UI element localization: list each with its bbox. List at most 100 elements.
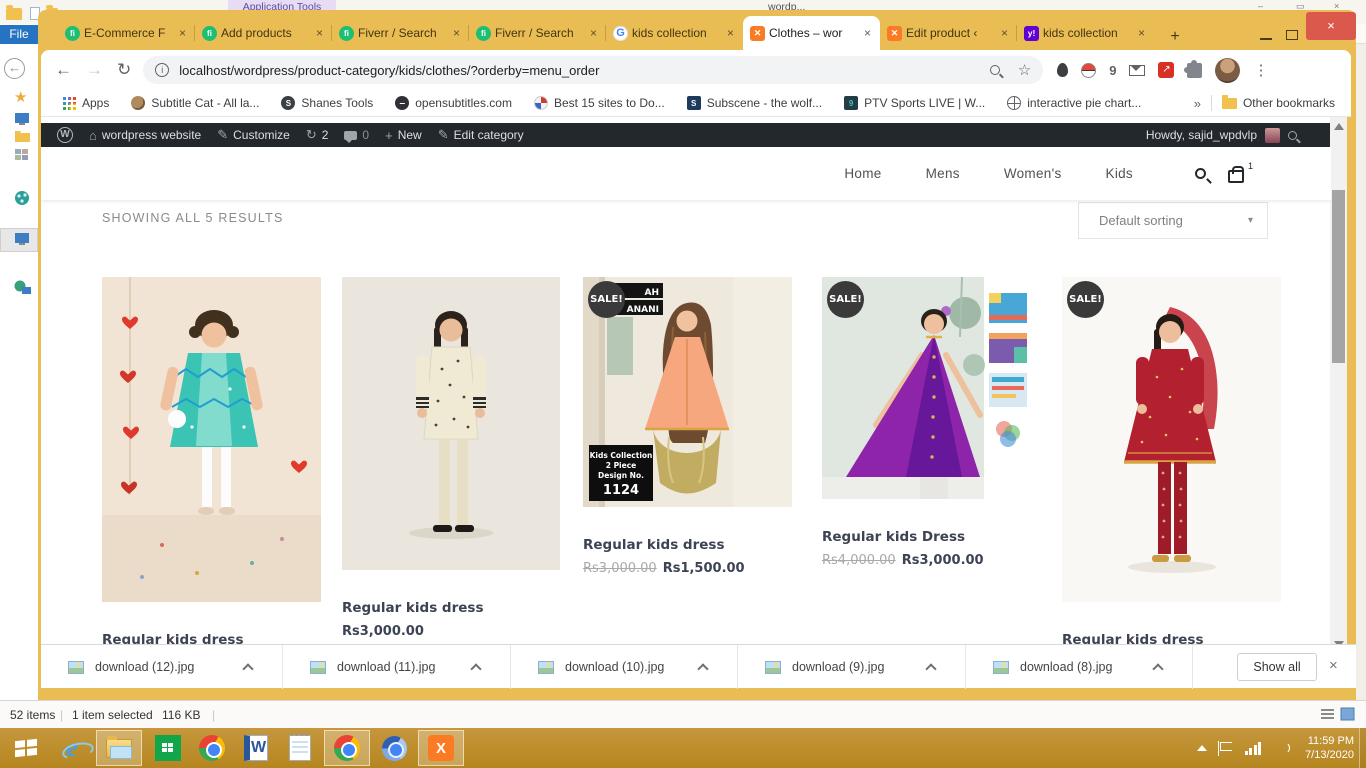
show-hidden-icons[interactable] bbox=[1197, 745, 1207, 751]
start-button[interactable] bbox=[8, 730, 44, 766]
product-title[interactable]: Regular kids dress bbox=[342, 600, 561, 616]
url-text[interactable]: localhost/wordpress/product-category/kid… bbox=[179, 63, 990, 78]
volume-icon[interactable] bbox=[1274, 742, 1290, 754]
chevron-up-icon[interactable] bbox=[925, 663, 936, 674]
wp-updates[interactable]: ↻2 bbox=[306, 127, 329, 143]
taskbar-chrome-active[interactable] bbox=[324, 730, 370, 766]
product-image[interactable] bbox=[342, 277, 561, 570]
product-card[interactable]: Regular kids dress Rs3,000.00 bbox=[342, 277, 561, 639]
bookmark-star-icon[interactable]: ☆ bbox=[1018, 61, 1031, 79]
browser-tab[interactable]: E-Commerce F× bbox=[58, 16, 195, 50]
product-card[interactable]: SALE! Regular kids Dress Rs4,000.00Rs3,0… bbox=[822, 277, 1032, 568]
download-item[interactable]: download (10).jpg bbox=[511, 645, 738, 689]
cart-icon[interactable] bbox=[1228, 170, 1244, 183]
bookmarks-overflow-icon[interactable]: » bbox=[1194, 96, 1201, 111]
taskbar-notepad[interactable] bbox=[280, 730, 320, 766]
apps-shortcut[interactable]: Apps bbox=[63, 96, 109, 110]
this-pc-icon[interactable] bbox=[14, 232, 32, 247]
bookmark-item[interactable]: opensubtitles.com bbox=[395, 96, 512, 110]
bookmark-item[interactable]: Subscene - the wolf... bbox=[687, 96, 822, 110]
tab-close-icon[interactable]: × bbox=[588, 26, 599, 40]
chevron-up-icon[interactable] bbox=[1152, 663, 1163, 674]
scroll-up-icon[interactable] bbox=[1334, 123, 1344, 130]
bookmark-item[interactable]: interactive pie chart... bbox=[1007, 96, 1141, 110]
nav-home[interactable]: Home bbox=[844, 166, 881, 181]
browser-tab[interactable]: kids collection× bbox=[1017, 16, 1154, 50]
product-image[interactable]: SALE! bbox=[1062, 277, 1281, 602]
tab-close-icon[interactable]: × bbox=[177, 26, 188, 40]
new-tab-button[interactable]: + bbox=[1162, 24, 1188, 50]
folder-icon[interactable] bbox=[14, 130, 32, 143]
bookmark-item[interactable]: Shanes Tools bbox=[281, 96, 373, 110]
tab-close-icon[interactable]: × bbox=[451, 26, 462, 40]
network-icon[interactable] bbox=[14, 190, 31, 206]
reload-icon[interactable]: ↻ bbox=[117, 60, 131, 80]
taskbar-internet-explorer[interactable]: e bbox=[52, 730, 92, 766]
product-title[interactable]: Regular kids dress bbox=[583, 537, 802, 553]
nav-mens[interactable]: Mens bbox=[926, 166, 960, 181]
browser-tab[interactable]: Add products× bbox=[195, 16, 332, 50]
taskbar-file-explorer[interactable] bbox=[96, 730, 142, 766]
taskbar-clock[interactable]: 11:59 PM 7/13/2020 bbox=[1305, 734, 1354, 762]
browser-tab[interactable]: kids collection× bbox=[606, 16, 743, 50]
download-item[interactable]: download (12).jpg bbox=[41, 645, 283, 689]
zoom-icon[interactable] bbox=[990, 65, 1000, 75]
bookmark-item[interactable]: Best 15 sites to Do... bbox=[534, 96, 665, 110]
window-close-button[interactable]: × bbox=[1306, 12, 1356, 40]
download-item[interactable]: download (8).jpg bbox=[966, 645, 1193, 689]
wp-logo-menu[interactable]: W bbox=[57, 127, 73, 143]
control-panel-icon[interactable] bbox=[14, 148, 30, 162]
taskbar-chrome[interactable] bbox=[192, 730, 232, 766]
back-icon[interactable]: ← bbox=[4, 58, 25, 79]
nav-kids[interactable]: Kids bbox=[1106, 166, 1133, 181]
download-item[interactable]: download (9).jpg bbox=[738, 645, 966, 689]
bookmark-item[interactable]: Subtitle Cat - All la... bbox=[131, 96, 259, 110]
computer-icon[interactable] bbox=[14, 112, 32, 126]
chevron-up-icon[interactable] bbox=[470, 663, 481, 674]
download-item[interactable]: download (11).jpg bbox=[283, 645, 511, 689]
network-signal-icon[interactable] bbox=[1245, 742, 1262, 755]
product-card[interactable]: AH ANANI Kids Collec bbox=[583, 277, 802, 576]
close-downloads-icon[interactable]: × bbox=[1329, 657, 1338, 674]
wp-new-menu[interactable]: +New bbox=[385, 128, 422, 143]
extensions-puzzle-icon[interactable] bbox=[1187, 63, 1202, 78]
product-card[interactable]: Regular kids dress bbox=[102, 277, 321, 648]
window-minimize-icon[interactable] bbox=[1260, 30, 1272, 40]
wp-howdy[interactable]: Howdy, sajid_wpdvlp bbox=[1146, 128, 1257, 142]
other-bookmarks[interactable]: Other bookmarks bbox=[1222, 96, 1335, 110]
user-avatar[interactable] bbox=[1265, 128, 1280, 143]
taskbar-xampp-active[interactable]: X bbox=[418, 730, 464, 766]
tab-close-icon[interactable]: × bbox=[314, 26, 325, 40]
chevron-up-icon[interactable] bbox=[242, 663, 253, 674]
search-icon[interactable] bbox=[1195, 168, 1206, 179]
product-title[interactable]: Regular kids Dress bbox=[822, 529, 1032, 545]
browser-tab[interactable]: Fiverr / Search× bbox=[332, 16, 469, 50]
window-maximize-icon[interactable] bbox=[1286, 30, 1298, 40]
browser-tab-active[interactable]: Clothes – wor× bbox=[743, 16, 880, 50]
show-all-downloads-button[interactable]: Show all bbox=[1237, 653, 1317, 681]
chevron-up-icon[interactable] bbox=[697, 663, 708, 674]
bookmark-item[interactable]: PTV Sports LIVE | W... bbox=[844, 96, 985, 110]
product-image[interactable]: SALE! bbox=[822, 277, 1032, 499]
history-extension-icon[interactable]: 9 bbox=[1109, 63, 1116, 78]
explorer-file-menu[interactable]: File bbox=[0, 25, 38, 44]
browser-tab[interactable]: Fiverr / Search× bbox=[469, 16, 606, 50]
profile-avatar[interactable] bbox=[1215, 58, 1240, 83]
product-image[interactable]: AH ANANI Kids Collec bbox=[583, 277, 802, 507]
nav-womens[interactable]: Women's bbox=[1004, 166, 1062, 181]
taskbar-word[interactable]: W bbox=[236, 730, 276, 766]
site-info-icon[interactable]: i bbox=[155, 63, 169, 77]
wp-site-menu[interactable]: ⌂wordpress website bbox=[89, 128, 201, 143]
forward-icon[interactable]: → bbox=[86, 60, 103, 80]
tab-close-icon[interactable]: × bbox=[862, 26, 873, 40]
redirect-extension-icon[interactable]: ↗ bbox=[1158, 62, 1174, 78]
tab-close-icon[interactable]: × bbox=[725, 26, 736, 40]
taskbar-store[interactable] bbox=[148, 730, 188, 766]
wp-comments[interactable]: 0 bbox=[344, 128, 369, 142]
show-desktop-button[interactable] bbox=[1359, 728, 1366, 768]
browser-menu-icon[interactable]: ⋮ bbox=[1253, 61, 1268, 79]
mail-extension-icon[interactable] bbox=[1129, 65, 1145, 76]
tab-close-icon[interactable]: × bbox=[999, 26, 1010, 40]
list-view-icon[interactable] bbox=[1320, 707, 1335, 722]
search-icon[interactable] bbox=[1288, 131, 1297, 140]
